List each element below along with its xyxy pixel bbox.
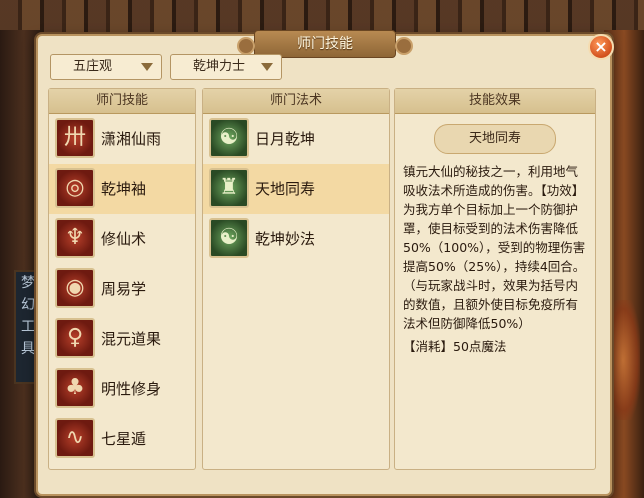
crane-icon: ♆: [55, 218, 95, 258]
title-dropdown[interactable]: 乾坤力士: [170, 54, 282, 80]
spells-column: 师门法术 ☯ 日月乾坤 ♜ 天地同寿 ☯ 乾坤妙法: [202, 88, 390, 470]
taiji-icon: ☯: [209, 118, 249, 158]
skill-item[interactable]: ♣ 明性修身: [49, 364, 195, 414]
close-button[interactable]: ×: [588, 34, 614, 60]
tree-icon: ♣: [55, 368, 95, 408]
skill-label: 周易学: [101, 280, 147, 298]
close-icon: ×: [594, 37, 608, 56]
spell-label: 日月乾坤: [255, 130, 316, 148]
skill-item[interactable]: ♀ 混元道果: [49, 314, 195, 364]
skills-list: 卅潇湘仙雨 ◎ 乾坤袖 ♆ 修仙术 ◉ 周易学 ♀ 混元道果 ♣ 明性修身 ∿ 七星遁: [49, 114, 195, 464]
spells-list: ☯ 日月乾坤 ♜ 天地同寿 ☯ 乾坤妙法: [203, 114, 389, 264]
skill-label: 乾坤袖: [101, 180, 147, 198]
spell-label: 乾坤妙法: [255, 230, 316, 248]
skill-label: 修仙术: [101, 230, 147, 248]
skill-item[interactable]: ◎ 乾坤袖: [49, 164, 195, 214]
spell-item[interactable]: ☯ 日月乾坤: [203, 114, 389, 164]
skill-label: 混元道果: [101, 330, 162, 348]
spells-header: 师门法术: [203, 89, 389, 114]
skill-item[interactable]: ♆ 修仙术: [49, 214, 195, 264]
school-dropdown[interactable]: 五庄观: [50, 54, 162, 80]
left-pillar: [0, 30, 40, 498]
chevron-down-icon: [261, 63, 273, 71]
skill-window: 师门技能 × 五庄观 乾坤力士 师门技能 卅潇湘仙雨 ◎ 乾坤袖 ♆ 修仙术 ◉ 周易学 ♀ 混…: [36, 30, 614, 496]
stars-icon: ∿: [55, 418, 95, 458]
figure-icon: ♜: [209, 168, 249, 208]
fruit-icon: ♀: [55, 318, 95, 358]
spell-item[interactable]: ♜ 天地同寿: [203, 164, 389, 214]
skills-column: 师门技能 卅潇湘仙雨 ◎ 乾坤袖 ♆ 修仙术 ◉ 周易学 ♀ 混元道果 ♣ 明性修身 ∿ 七星遁: [48, 88, 196, 470]
chevron-down-icon: [141, 63, 153, 71]
skill-item[interactable]: ◉ 周易学: [49, 264, 195, 314]
ceiling-beam: [0, 0, 644, 32]
spell-item[interactable]: ☯ 乾坤妙法: [203, 214, 389, 264]
taiji-icon: ☯: [209, 218, 249, 258]
effect-header: 技能效果: [395, 89, 595, 114]
effect-title: 天地同寿: [434, 124, 556, 154]
sleeve-icon: ◎: [55, 168, 95, 208]
effect-description: 镇元大仙的秘技之一，利用地气吸收法术所造成的伤害。【功效】为我方单个目标加上一个…: [403, 164, 586, 331]
spell-label: 天地同寿: [255, 180, 316, 198]
skill-label: 潇湘仙雨: [101, 130, 162, 148]
skill-label: 明性修身: [101, 380, 162, 398]
spiral-icon: ◉: [55, 268, 95, 308]
skill-label: 七星遁: [101, 430, 147, 448]
effect-column: 技能效果 天地同寿 镇元大仙的秘技之一，利用地气吸收法术所造成的伤害。【功效】为…: [394, 88, 596, 470]
skill-item[interactable]: ∿ 七星遁: [49, 414, 195, 464]
skill-item[interactable]: 卅潇湘仙雨: [49, 114, 195, 164]
effect-cost: 【消耗】50点魔法: [403, 339, 507, 354]
scroll-icon: 卅: [55, 118, 95, 158]
skills-header: 师门技能: [49, 89, 195, 114]
